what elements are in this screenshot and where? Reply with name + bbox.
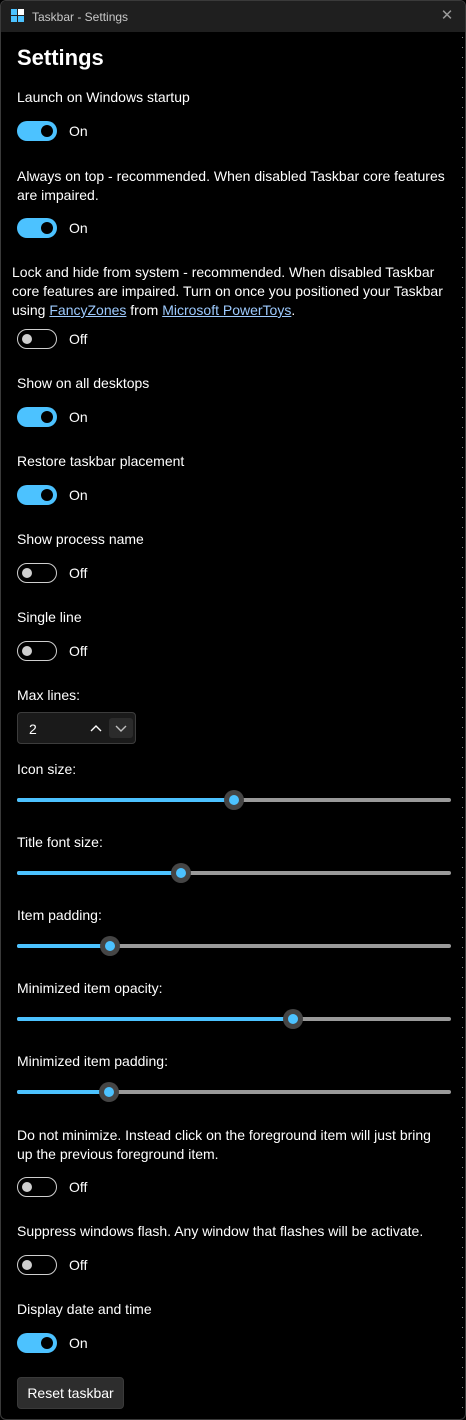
do-not-minimize-toggle[interactable] (17, 1177, 57, 1197)
slider-fill (17, 871, 182, 875)
launch-on-startup-label: Launch on Windows startup (17, 89, 190, 105)
show-on-all-desktops-toggle[interactable] (17, 407, 57, 427)
label-line: Do not minimize. Instead click on the fo… (17, 1127, 431, 1143)
toggle-knob (22, 1260, 32, 1270)
display-date-time-toggle[interactable] (17, 1333, 57, 1353)
item-padding-slider[interactable] (17, 936, 451, 956)
show-process-name-label: Show process name (17, 531, 144, 547)
slider-thumb[interactable] (224, 790, 245, 810)
item-padding-label: Item padding: (17, 907, 102, 923)
toggle-knob (41, 489, 53, 501)
toggle-state-text: Off (69, 565, 88, 581)
toggle-knob (22, 1182, 32, 1192)
show-process-name-toggle[interactable] (17, 563, 57, 583)
lock-and-hide-toggle[interactable] (17, 329, 57, 349)
label-text: using (12, 302, 50, 318)
max-lines-number-box[interactable]: 2 (17, 712, 136, 744)
minimized-item-opacity-slider[interactable] (17, 1009, 451, 1029)
do-not-minimize-label: Do not minimize. Instead click on the fo… (17, 1126, 431, 1164)
single-line-toggle[interactable] (17, 641, 57, 661)
toggle-knob (22, 334, 32, 344)
title-font-size-slider[interactable] (17, 863, 451, 883)
chevron-up-icon[interactable] (86, 719, 106, 737)
slider-thumb[interactable] (99, 936, 120, 956)
slider-fill (17, 798, 235, 802)
max-lines-value[interactable]: 2 (29, 721, 37, 737)
taskbar-app-icon (11, 9, 25, 23)
label-text: from (126, 302, 163, 318)
page-title: Settings (17, 45, 104, 70)
icon-size-slider[interactable] (17, 790, 451, 810)
slider-fill (17, 944, 110, 948)
label-line: up the previous foreground item. (17, 1146, 219, 1162)
toggle-state-text: Off (69, 1179, 88, 1195)
toggle-state-text: Off (69, 1257, 88, 1273)
lock-and-hide-label: Lock and hide from system - recommended.… (12, 263, 443, 320)
settings-window: Taskbar - Settings ✕ Settings Launch on … (0, 0, 466, 1420)
label-line: are impaired. (17, 187, 99, 203)
restore-placement-toggle[interactable] (17, 485, 57, 505)
window-title: Taskbar - Settings (32, 10, 129, 24)
toggle-state-text: Off (69, 331, 88, 347)
toggle-knob (41, 125, 53, 137)
label-line: Lock and hide from system - recommended.… (12, 264, 435, 280)
title-bar[interactable]: Taskbar - Settings ✕ (1, 1, 465, 32)
show-on-all-desktops-label: Show on all desktops (17, 375, 150, 391)
toggle-knob (41, 222, 53, 234)
restore-placement-label: Restore taskbar placement (17, 453, 185, 469)
toggle-state-text: On (69, 487, 88, 503)
slider-fill (17, 1017, 293, 1021)
label-line: core features are impaired. Turn on once… (12, 283, 443, 299)
slider-thumb[interactable] (282, 1009, 303, 1029)
toggle-knob (41, 1337, 53, 1349)
toggle-knob (41, 411, 53, 423)
max-lines-label: Max lines: (17, 687, 81, 703)
toggle-state-text: On (69, 123, 88, 139)
suppress-flash-label: Suppress windows flash. Any window that … (17, 1223, 424, 1239)
slider-thumb[interactable] (99, 1082, 119, 1102)
slider-thumb[interactable] (171, 863, 192, 883)
title-font-size-label: Title font size: (17, 834, 103, 850)
toggle-knob (22, 568, 32, 578)
fancyzones-link[interactable]: FancyZones (49, 302, 126, 318)
powertoys-link[interactable]: Microsoft PowerToys (162, 302, 291, 318)
toggle-state-text: Off (69, 643, 88, 659)
always-on-top-label: Always on top - recommended. When disabl… (17, 167, 445, 205)
toggle-state-text: On (69, 409, 88, 425)
minimized-item-padding-slider[interactable] (17, 1082, 451, 1102)
reset-taskbar-button[interactable]: Reset taskbar (17, 1377, 124, 1409)
toggle-state-text: On (69, 1335, 88, 1351)
label-text: . (291, 302, 296, 318)
label-line: using FancyZones from Microsoft PowerToy… (12, 301, 443, 320)
chevron-down-icon[interactable] (109, 718, 133, 738)
minimized-item-padding-label: Minimized item padding: (17, 1053, 168, 1069)
always-on-top-toggle[interactable] (17, 218, 57, 238)
single-line-label: Single line (17, 609, 82, 625)
minimized-item-opacity-label: Minimized item opacity: (17, 980, 163, 996)
toggle-knob (22, 646, 32, 656)
slider-fill (17, 1090, 109, 1094)
suppress-flash-toggle[interactable] (17, 1255, 57, 1275)
label-line: Always on top - recommended. When disabl… (17, 168, 445, 184)
vertical-scrollbar[interactable] (461, 37, 464, 1413)
display-date-time-label: Display date and time (17, 1301, 152, 1317)
launch-on-startup-toggle[interactable] (17, 121, 57, 141)
close-button[interactable]: ✕ (435, 5, 459, 27)
icon-size-label: Icon size: (17, 761, 77, 777)
toggle-state-text: On (69, 220, 88, 236)
